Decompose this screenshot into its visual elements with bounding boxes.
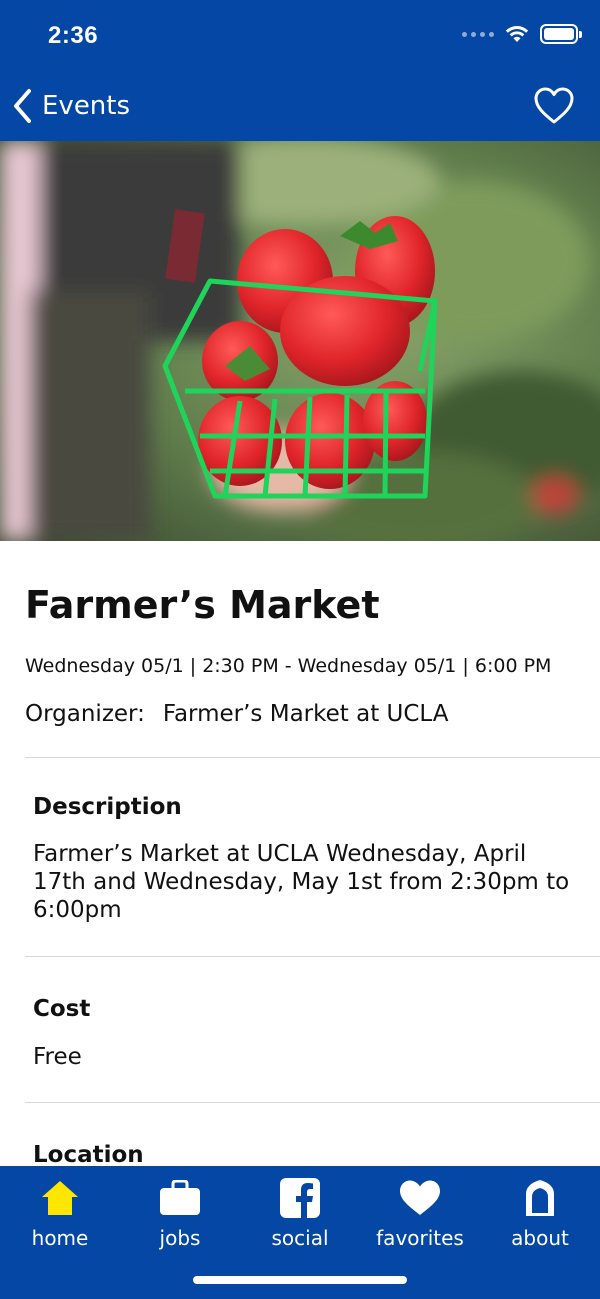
tab-jobs[interactable]: jobs	[120, 1176, 240, 1251]
heart-icon	[398, 1176, 442, 1220]
cost-heading: Cost	[33, 996, 91, 1022]
tab-social[interactable]: social	[240, 1176, 360, 1251]
back-label: Events	[42, 91, 131, 121]
heart-outline-icon	[534, 87, 574, 124]
briefcase-icon	[158, 1176, 202, 1220]
location-heading: Location	[33, 1142, 144, 1168]
divider	[25, 757, 600, 758]
app-header: 2:36 Events	[0, 0, 600, 141]
battery-icon	[540, 24, 582, 44]
home-icon	[38, 1176, 82, 1220]
arch-icon	[518, 1176, 562, 1220]
organizer-value: Farmer’s Market at UCLA	[162, 701, 449, 727]
event-dates: Wednesday 05/1 | 2:30 PM - Wednesday 05/…	[25, 655, 552, 677]
tab-about-label: about	[511, 1226, 569, 1250]
divider	[25, 1102, 600, 1103]
organizer-row: Organizer: Farmer’s Market at UCLA	[25, 701, 449, 727]
strawberry-basket-photo	[0, 141, 600, 541]
organizer-label: Organizer:	[25, 701, 145, 727]
wifi-icon	[505, 26, 529, 42]
cost-body: Free	[33, 1044, 82, 1070]
status-indicators	[462, 24, 582, 44]
event-hero-image	[0, 141, 600, 541]
tab-favorites-label: favorites	[376, 1226, 464, 1250]
favorite-button[interactable]	[532, 84, 576, 128]
tab-social-label: social	[271, 1226, 329, 1250]
divider	[25, 956, 600, 957]
tab-about[interactable]: about	[480, 1176, 600, 1251]
tab-home-label: home	[31, 1226, 89, 1250]
chevron-left-icon	[14, 89, 31, 123]
description-heading: Description	[33, 794, 182, 820]
status-time: 2:36	[48, 22, 99, 49]
tab-home[interactable]: home	[0, 1176, 120, 1251]
home-indicator[interactable]	[193, 1276, 407, 1284]
tab-favorites[interactable]: favorites	[360, 1176, 480, 1251]
tab-jobs-label: jobs	[159, 1226, 201, 1250]
event-title: Farmer’s Market	[25, 583, 380, 627]
back-button[interactable]: Events	[12, 84, 130, 128]
cellular-signal-icon	[462, 31, 494, 37]
description-body: Farmer’s Market at UCLA Wednesday, April…	[33, 841, 570, 923]
facebook-icon	[278, 1176, 322, 1220]
